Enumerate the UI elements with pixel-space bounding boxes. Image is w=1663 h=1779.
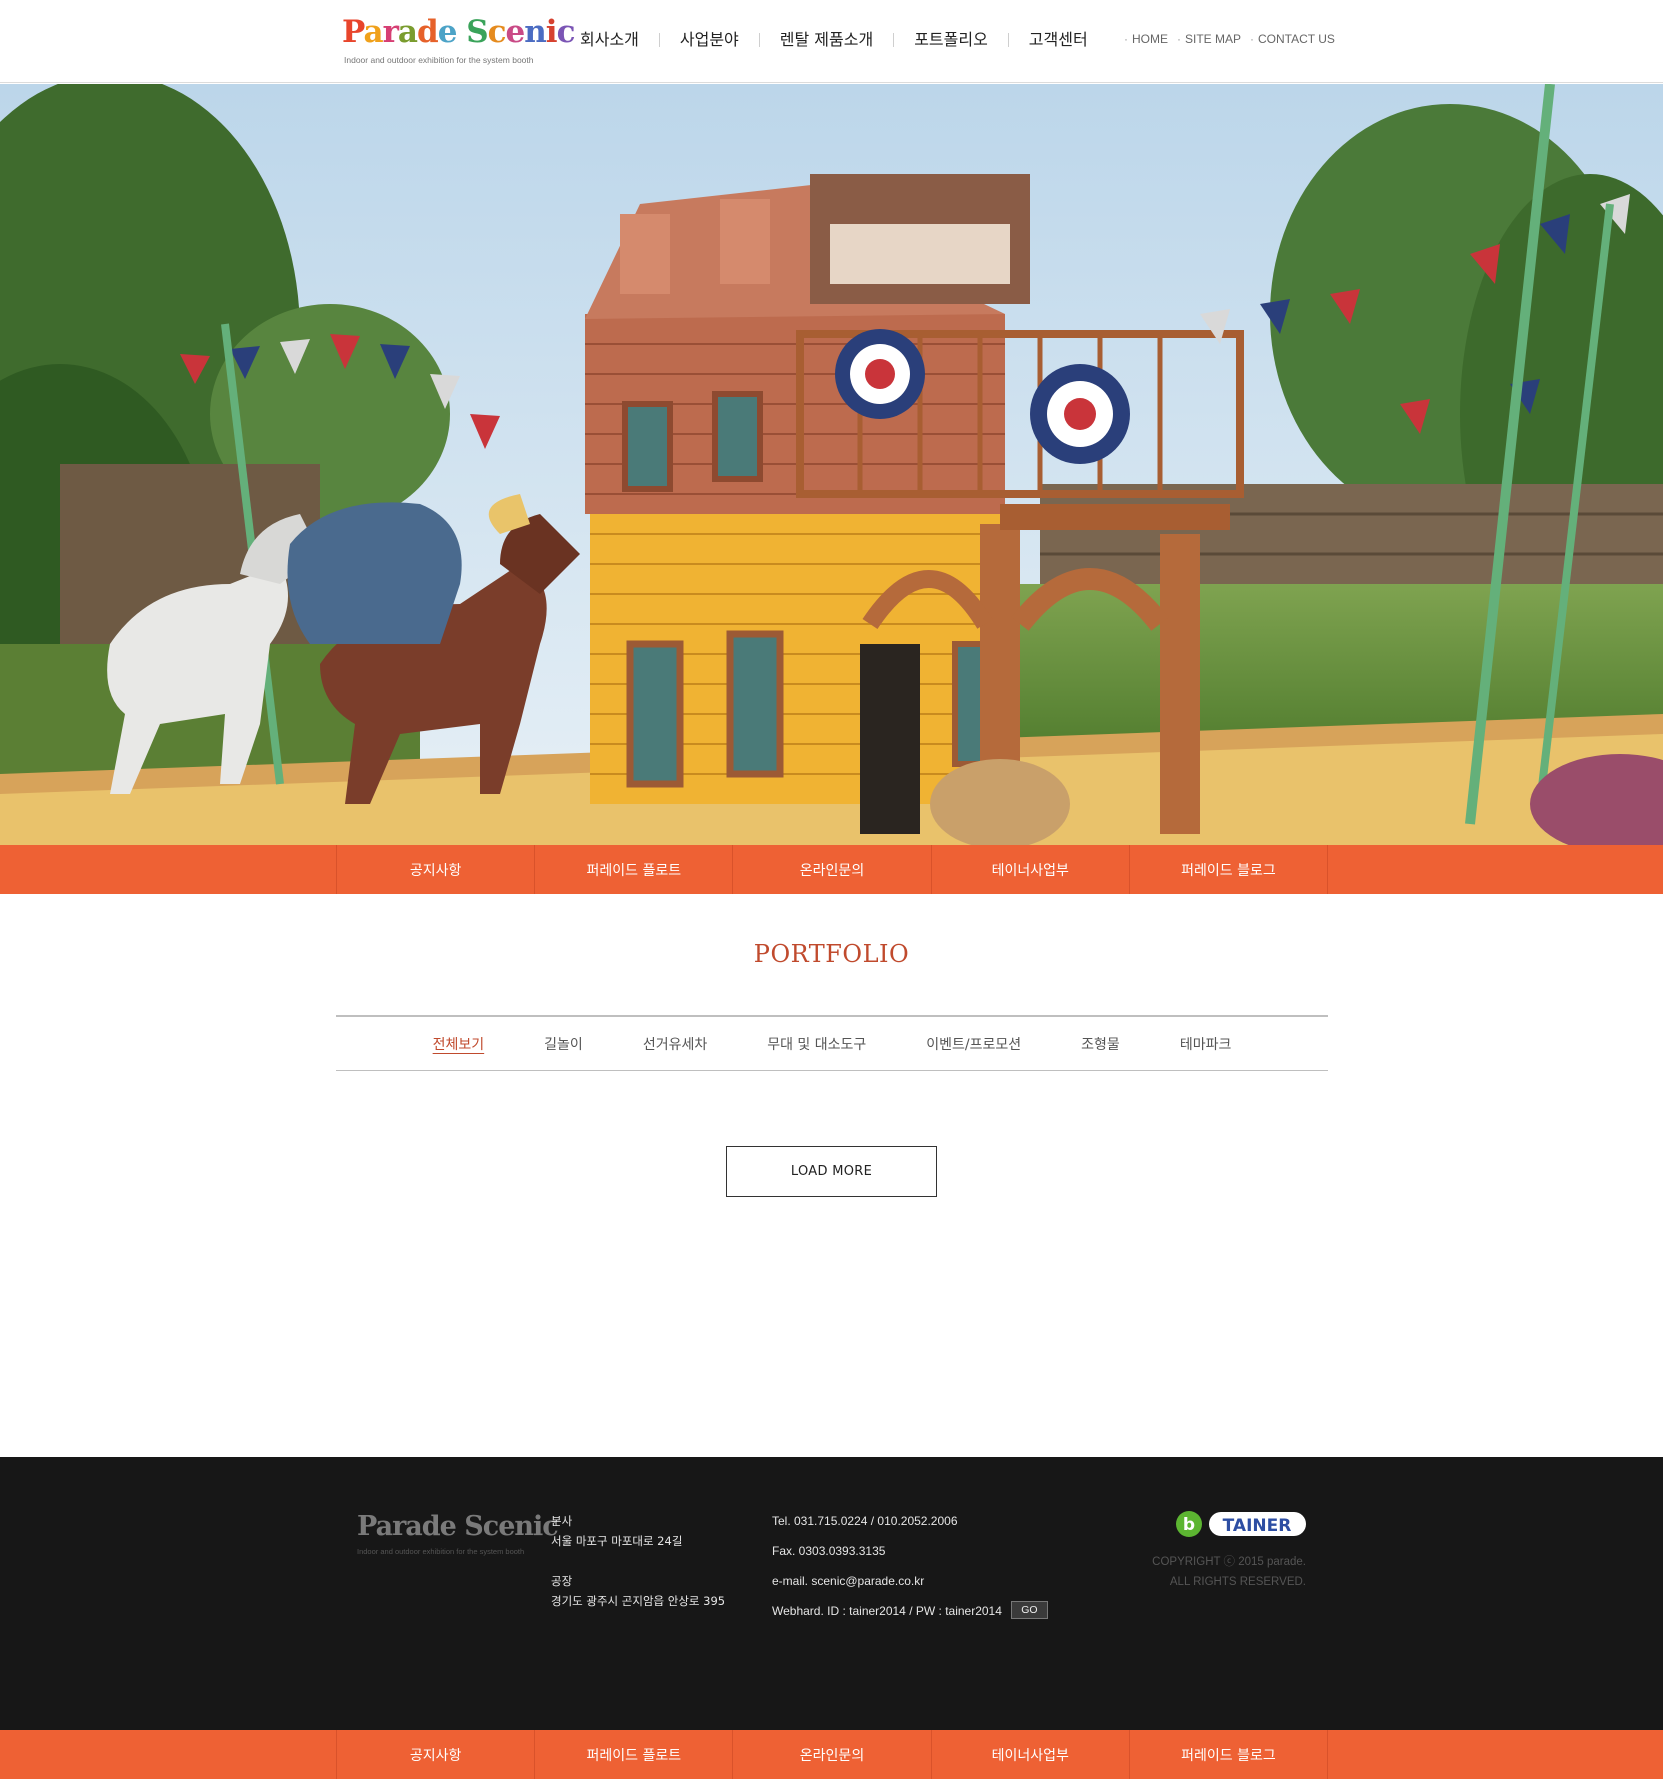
quick-link-parade-float[interactable]: 퍼레이드 플로트 bbox=[535, 1730, 734, 1779]
footer-address: 본사 서울 마포구 마포대로 24길 공장 경기도 광주시 곤지암읍 안상로 3… bbox=[551, 1511, 725, 1631]
filter-tab-campaign-vehicle[interactable]: 선거유세차 bbox=[613, 1034, 737, 1054]
copyright: COPYRIGHT ⓒ 2015 parade. ALL RIGHTS RESE… bbox=[1100, 1552, 1306, 1592]
footer-logo-tagline: Indoor and outdoor exhibition for the sy… bbox=[357, 1547, 525, 1556]
quick-link-notice[interactable]: 공지사항 bbox=[337, 1730, 536, 1779]
footer-brand-links: b TAINER bbox=[1176, 1511, 1306, 1537]
quick-link-online-inquiry[interactable]: 온라인문의 bbox=[733, 1730, 932, 1779]
copyright-line-1: COPYRIGHT ⓒ 2015 parade. bbox=[1152, 1556, 1306, 1568]
util-contact-link[interactable]: CONTACT US bbox=[1250, 32, 1335, 46]
filter-tab-theme-park[interactable]: 테마파크 bbox=[1150, 1034, 1262, 1054]
webhard-info: Webhard. ID : tainer2014 / PW : tainer20… bbox=[772, 1604, 1002, 1618]
load-more-button[interactable]: LOAD MORE bbox=[726, 1146, 937, 1197]
factory-address: 경기도 광주시 곤지암읍 안상로 395 bbox=[551, 1594, 726, 1608]
hq-label: 본사 bbox=[551, 1514, 573, 1528]
quick-link-notice[interactable]: 공지사항 bbox=[337, 845, 536, 894]
footer-quick-links-bar: 공지사항 퍼레이드 플로트 온라인문의 테이너사업부 퍼레이드 블로그 bbox=[0, 1730, 1663, 1779]
nav-portfolio[interactable]: 포트폴리오 bbox=[894, 26, 1008, 54]
main-navigation: 회사소개 사업분야 렌탈 제품소개 포트폴리오 고객센터 bbox=[560, 26, 1108, 54]
filter-tab-street-parade[interactable]: 길놀이 bbox=[514, 1034, 613, 1054]
webhard-go-button[interactable]: GO bbox=[1010, 1601, 1048, 1619]
logo-wordmark: Parade Scenic bbox=[342, 14, 575, 50]
hero-image bbox=[0, 84, 1663, 845]
filter-tab-stage-props[interactable]: 무대 및 대소도구 bbox=[737, 1034, 896, 1054]
contact-email: e-mail. scenic@parade.co.kr bbox=[772, 1574, 925, 1588]
blog-icon-letter: b bbox=[1183, 1515, 1195, 1535]
footer-logo: Parade Scenic Indoor and outdoor exhibit… bbox=[357, 1511, 559, 1556]
factory-label: 공장 bbox=[551, 1574, 573, 1588]
filter-tab-sculpture[interactable]: 조형물 bbox=[1051, 1034, 1150, 1054]
nav-business[interactable]: 사업분야 bbox=[660, 26, 759, 54]
nav-rental-products[interactable]: 렌탈 제품소개 bbox=[760, 26, 893, 54]
hero-slider[interactable] bbox=[0, 84, 1663, 845]
contact-webhard: Webhard. ID : tainer2014 / PW : tainer20… bbox=[772, 1601, 1048, 1631]
quick-link-tainer-division[interactable]: 테이너사업부 bbox=[932, 845, 1130, 894]
nav-customer-center[interactable]: 고객센터 bbox=[1009, 26, 1108, 54]
quick-link-tainer-division[interactable]: 테이너사업부 bbox=[932, 1730, 1130, 1779]
contact-tel: Tel. 031.715.0224 / 010.2052.2006 bbox=[772, 1514, 958, 1528]
logo-tagline: Indoor and outdoor exhibition for the sy… bbox=[344, 55, 534, 65]
quick-link-parade-blog[interactable]: 퍼레이드 블로그 bbox=[1130, 1730, 1329, 1779]
quick-link-parade-blog[interactable]: 퍼레이드 블로그 bbox=[1130, 845, 1329, 894]
util-home-link[interactable]: HOME bbox=[1124, 32, 1168, 46]
util-sitemap-link[interactable]: SITE MAP bbox=[1177, 32, 1241, 46]
portfolio-filter-tabs: 전체보기 길놀이 선거유세차 무대 및 대소도구 이벤트/프로모션 조형물 테마… bbox=[336, 1015, 1328, 1071]
hq-address: 서울 마포구 마포대로 24길 bbox=[551, 1534, 683, 1548]
footer-logo-wordmark: Parade Scenic bbox=[357, 1511, 559, 1542]
nav-company[interactable]: 회사소개 bbox=[560, 26, 659, 54]
footer-contact: Tel. 031.715.0224 / 010.2052.2006 Fax. 0… bbox=[772, 1511, 1048, 1631]
portfolio-title: PORTFOLIO bbox=[753, 940, 910, 968]
filter-tab-all[interactable]: 전체보기 bbox=[403, 1034, 515, 1054]
copyright-line-2: ALL RIGHTS RESERVED. bbox=[1169, 1576, 1306, 1588]
site-logo[interactable]: Parade Scenic Indoor and outdoor exhibit… bbox=[342, 14, 575, 70]
site-header: Parade Scenic Indoor and outdoor exhibit… bbox=[0, 0, 1663, 83]
tainer-badge[interactable]: TAINER bbox=[1209, 1512, 1306, 1536]
quick-link-parade-float[interactable]: 퍼레이드 플로트 bbox=[535, 845, 734, 894]
quick-link-online-inquiry[interactable]: 온라인문의 bbox=[733, 845, 932, 894]
utility-links: HOME SITE MAP CONTACT US bbox=[1124, 32, 1335, 46]
quick-links-bar: 공지사항 퍼레이드 플로트 온라인문의 테이너사업부 퍼레이드 블로그 bbox=[0, 845, 1663, 894]
site-footer: Parade Scenic Indoor and outdoor exhibit… bbox=[0, 1457, 1663, 1730]
filter-tab-event-promotion[interactable]: 이벤트/프로모션 bbox=[896, 1034, 1051, 1054]
contact-fax: Fax. 0303.0393.3135 bbox=[772, 1544, 886, 1558]
tainer-badge-label: TAINER bbox=[1223, 1516, 1292, 1536]
blog-icon[interactable]: b bbox=[1176, 1511, 1202, 1537]
